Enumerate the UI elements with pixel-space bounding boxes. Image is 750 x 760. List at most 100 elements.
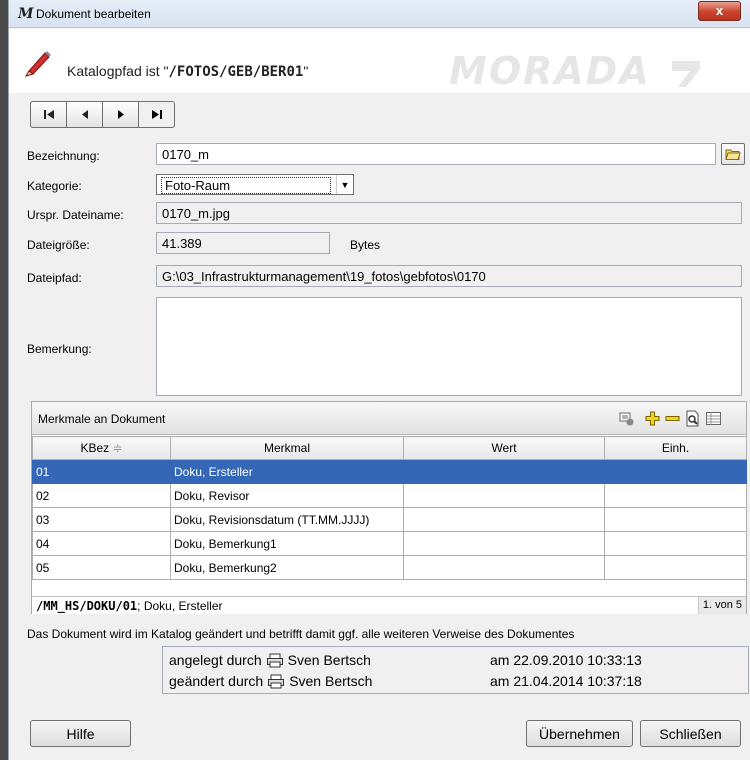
next-record-icon	[117, 110, 124, 119]
audit-info-box: angelegt durch Sven Bertsch am 22.09.201…	[162, 646, 749, 694]
info-message: Das Dokument wird im Katalog geändert un…	[27, 627, 575, 641]
kategorie-select[interactable]: Foto-Raum ▼	[156, 174, 354, 195]
cell-wert[interactable]	[403, 483, 605, 508]
record-navigation	[30, 101, 175, 129]
preview-icon[interactable]	[684, 410, 701, 427]
merkmale-title: Merkmale an Dokument	[38, 412, 166, 426]
merkmale-panel: Merkmale an Dokument KBez ≑ Merkmal Wert…	[31, 401, 747, 614]
cell-wert[interactable]	[403, 555, 605, 580]
next-record-button[interactable]	[102, 101, 139, 128]
cell-einheit	[604, 555, 747, 580]
dateigroesse-field: 41.389	[156, 232, 330, 254]
catalog-path-suffix: "	[303, 63, 309, 79]
selected-path-text: ; Doku, Ersteller	[137, 599, 223, 613]
remove-icon[interactable]	[664, 410, 681, 427]
cell-merkmal: Doku, Revisionsdatum (TT.MM.JJJJ)	[170, 507, 404, 532]
cell-merkmal: Doku, Bemerkung2	[170, 555, 404, 580]
cell-einheit	[604, 531, 747, 556]
column-header-wert[interactable]: Wert	[403, 436, 605, 460]
dialog-window: M Dokument bearbeiten x Katalogpfad ist …	[8, 0, 750, 760]
table-row[interactable]: 03 Doku, Revisionsdatum (TT.MM.JJJJ)	[32, 507, 747, 532]
cell-einheit	[604, 507, 747, 532]
dateigroesse-unit: Bytes	[350, 238, 381, 252]
merkmale-toolbar: Merkmale an Dokument	[32, 402, 746, 435]
record-counter: 1. von 5	[697, 597, 746, 614]
created-label: angelegt durch	[169, 652, 262, 668]
table-header-row: KBez ≑ Merkmal Wert Einh.	[32, 436, 747, 460]
bemerkung-textarea[interactable]	[156, 297, 742, 396]
dateiname-field: 0170_m.jpg	[156, 202, 742, 224]
table-row[interactable]: 05 Doku, Bemerkung2	[32, 555, 747, 580]
dateipfad-field: G:\03_Infrastrukturmanagement\19_fotos\g…	[156, 265, 742, 287]
selected-path-code: /MM_HS/DOKU/01	[36, 599, 138, 613]
column-label-kbez: KBez	[80, 441, 110, 455]
previous-record-button[interactable]	[66, 101, 103, 128]
previous-record-icon	[81, 110, 88, 119]
table-row[interactable]: 02 Doku, Revisor	[32, 483, 747, 508]
created-timestamp: am 22.09.2010 10:33:13	[490, 652, 642, 668]
last-record-icon	[151, 110, 162, 119]
cell-wert[interactable]	[403, 507, 605, 532]
close-icon: x	[715, 3, 724, 18]
kategorie-selected-value: Foto-Raum	[161, 177, 331, 194]
close-window-button[interactable]: x	[698, 1, 741, 21]
last-record-button[interactable]	[138, 101, 175, 128]
cell-kbez: 05	[32, 555, 171, 580]
apply-button[interactable]: Übernehmen	[526, 720, 633, 747]
changed-by: Sven Bertsch	[289, 673, 373, 689]
table-row[interactable]: 04 Doku, Bemerkung1	[32, 531, 747, 556]
logo-text: MORADA	[449, 49, 651, 89]
chevron-down-icon: ▼	[336, 175, 353, 194]
cell-merkmal: Doku, Bemerkung1	[170, 531, 404, 556]
morada-logo: MORADA	[449, 49, 749, 89]
cell-kbez: 01	[32, 459, 171, 484]
sort-icon: ≑	[112, 441, 123, 455]
changed-row: geändert durch Sven Bertsch	[169, 671, 372, 691]
kategorie-label: Kategorie:	[27, 179, 82, 193]
cell-kbez: 02	[32, 483, 171, 508]
table-row[interactable]: 01 Doku, Ersteller	[32, 459, 747, 484]
table-view-icon[interactable]	[705, 410, 722, 427]
cell-einheit	[604, 459, 747, 484]
browse-folder-button[interactable]	[721, 143, 745, 165]
dateiname-label: Urspr. Dateiname:	[27, 208, 124, 222]
changed-label: geändert durch	[169, 673, 264, 689]
dateipfad-label: Dateipfad:	[27, 271, 82, 285]
app-icon: M	[18, 6, 34, 22]
add-icon[interactable]	[644, 410, 661, 427]
cell-kbez: 04	[32, 531, 171, 556]
pencil-icon	[24, 51, 51, 77]
user-card-icon	[268, 674, 285, 688]
merkmale-table: KBez ≑ Merkmal Wert Einh. 01 Doku, Erste…	[32, 436, 747, 580]
bemerkung-label: Bemerkung:	[27, 342, 92, 356]
close-button[interactable]: Schließen	[640, 720, 741, 747]
cell-wert[interactable]	[403, 531, 605, 556]
logo-arrow-icon	[671, 60, 700, 87]
catalog-path-value: /FOTOS/GEB/BER01	[168, 64, 304, 80]
cell-merkmal: Doku, Revisor	[170, 483, 404, 508]
dateigroesse-label: Dateigröße:	[27, 238, 90, 252]
cell-wert[interactable]	[403, 459, 605, 484]
merkmale-status-bar: /MM_HS/DOKU/01; Doku, Ersteller 1. von 5	[32, 596, 746, 614]
first-record-button[interactable]	[30, 101, 67, 128]
changed-timestamp: am 21.04.2014 10:37:18	[490, 673, 642, 689]
open-folder-icon	[725, 149, 741, 160]
bezeichnung-input[interactable]: 0170_m	[156, 143, 716, 165]
assign-features-icon[interactable]	[618, 410, 635, 427]
catalog-path: Katalogpfad ist "/FOTOS/GEB/BER01"	[67, 63, 308, 80]
cell-merkmal: Doku, Ersteller	[170, 459, 404, 484]
column-header-merkmal[interactable]: Merkmal	[170, 436, 404, 460]
cell-kbez: 03	[32, 507, 171, 532]
cell-einheit	[604, 483, 747, 508]
catalog-path-label: Katalogpfad ist "	[67, 63, 169, 79]
first-record-icon	[43, 110, 54, 119]
bezeichnung-label: Bezeichnung:	[27, 149, 100, 163]
created-row: angelegt durch Sven Bertsch	[169, 650, 371, 670]
title-bar: M Dokument bearbeiten x	[9, 0, 750, 28]
created-by: Sven Bertsch	[287, 652, 371, 668]
column-header-kbez[interactable]: KBez ≑	[32, 436, 171, 460]
help-button[interactable]: Hilfe	[30, 720, 131, 747]
user-card-icon	[266, 653, 283, 667]
header-banner: Katalogpfad ist "/FOTOS/GEB/BER01" MORAD…	[9, 29, 750, 93]
column-header-einheit[interactable]: Einh.	[604, 436, 747, 460]
